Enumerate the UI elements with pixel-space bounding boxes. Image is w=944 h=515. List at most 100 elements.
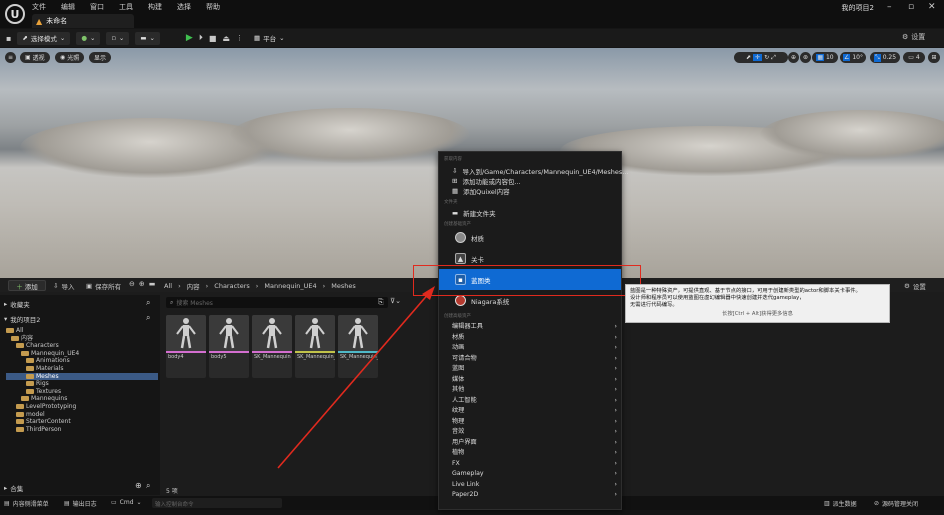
folder-tree-item[interactable]: Characters — [6, 342, 158, 350]
camera-speed-button[interactable]: ▭ 4 — [903, 52, 925, 63]
maximize-viewport-icon[interactable]: ⊞ — [928, 52, 940, 63]
submenu-item[interactable]: 动画 › — [440, 343, 622, 354]
add-quixel-menu-item[interactable]: ▦ 添加Quixel内容 — [452, 186, 510, 196]
scale-snap-button[interactable]: ⤡ 0.25 — [870, 52, 900, 63]
blueprint-button[interactable]: ▫ ⌄ — [106, 31, 130, 45]
settings-button[interactable]: ⚙ 设置 — [902, 32, 925, 42]
add-actor-button[interactable]: ● ⌄ — [76, 31, 101, 45]
cmd-button[interactable]: ▭ Cmd ⌄ — [111, 499, 142, 506]
save-all-button[interactable]: ▣ 保存所有 — [86, 281, 121, 291]
maximize-icon[interactable]: ▫ — [908, 2, 914, 12]
folder-tree-item[interactable]: Animations — [6, 357, 158, 365]
save-icon[interactable]: ▪ — [6, 34, 11, 43]
level-menu-item[interactable]: ▲ 关卡 — [455, 253, 484, 264]
unreal-logo[interactable]: U — [5, 4, 25, 24]
forward-icon[interactable]: ⊕ — [139, 280, 145, 288]
perspective-button[interactable]: ▣ 透视 — [20, 52, 50, 63]
folder-tree-item[interactable]: model — [6, 411, 158, 419]
submenu-item[interactable]: 纹理 › — [440, 406, 622, 417]
viewport-menu-button[interactable]: ≡ — [5, 52, 17, 63]
derived-data-button[interactable]: ▥ 派生数据 — [824, 499, 857, 508]
folder-tree-item[interactable]: All — [6, 327, 158, 335]
submenu-item[interactable]: 人工智能 › — [440, 396, 622, 407]
import-icon: ⇩ — [452, 167, 458, 175]
source-control-button[interactable]: ⊘ 源码管理关闭 — [874, 499, 918, 508]
back-icon[interactable]: ⊖ — [129, 280, 135, 288]
folder-tree-item[interactable]: Textures — [6, 388, 158, 396]
world-space-icon[interactable]: ⊕ — [788, 52, 799, 63]
breadcrumb-item[interactable]: All — [164, 282, 172, 290]
add-collection-icon[interactable]: ⊕ — [135, 481, 142, 490]
play-icon[interactable]: ▶ — [186, 33, 193, 43]
console-input[interactable]: 输入控制台命令 — [152, 498, 282, 508]
submenu-item[interactable]: 物理 › — [440, 417, 622, 428]
select-mode-button[interactable]: ⬈ 选择模式 ⌄ — [17, 31, 71, 45]
submenu-item[interactable]: 蓝图 › — [440, 364, 622, 375]
menu-item[interactable]: 帮助 — [206, 2, 220, 12]
grid-snap-button[interactable]: ▦ 10 — [812, 52, 838, 63]
folder-tree-item[interactable]: 内容 — [6, 335, 158, 343]
menu-item[interactable]: 构建 — [148, 2, 162, 12]
output-log-button[interactable]: ▤ 输出日志 — [64, 499, 97, 508]
submenu-item[interactable]: 其他 › — [440, 385, 622, 396]
menu-item[interactable]: 编辑 — [61, 2, 75, 12]
collections-header[interactable]: ▸ 合集 — [4, 483, 23, 493]
folder-tree-item[interactable]: LevelPrototyping — [6, 403, 158, 411]
surface-snap-icon[interactable]: ⊛ — [800, 52, 811, 63]
transform-tools[interactable]: ⬈ ✛ ↻ ⤢ — [734, 52, 788, 63]
search-icon[interactable]: ⌕ — [146, 298, 150, 308]
level-tab[interactable]: ▲ 未命名 — [32, 14, 134, 28]
submenu-item[interactable]: 编辑器工具 › — [440, 322, 622, 333]
folder-tree-item[interactable]: Materials — [6, 365, 158, 373]
folder-tree-item[interactable]: ThirdPerson — [6, 426, 158, 434]
submenu-item[interactable]: Live Link › — [440, 480, 622, 491]
step-icon[interactable]: ⏵ — [199, 33, 203, 43]
add-button[interactable]: ＋添加 — [8, 280, 46, 291]
lit-button[interactable]: ◉ 光照 — [55, 52, 85, 63]
submenu-item[interactable]: 材质 › — [440, 333, 622, 344]
import-menu-item[interactable]: ⇩ 导入到/Game/Characters/Mannequin_UE4/Meshe… — [452, 166, 629, 176]
folder-icon — [11, 335, 19, 341]
menu-item[interactable]: 工具 — [119, 2, 133, 12]
submenu-item[interactable]: 音效 › — [440, 427, 622, 438]
submenu-item[interactable]: Paper2D › — [440, 490, 622, 501]
rotation-snap-button[interactable]: ∠ 10° — [840, 52, 866, 63]
menu-item[interactable]: 文件 — [32, 2, 46, 12]
platform-button[interactable]: ▦ 平台 ⌄ — [249, 32, 290, 45]
submenu-item[interactable]: 植物 › — [440, 448, 622, 459]
stop-icon[interactable]: ■ — [209, 34, 217, 43]
new-folder-menu-item[interactable]: ▬ 新建文件夹 — [452, 208, 496, 218]
close-icon[interactable]: ✕ — [928, 2, 936, 12]
submenu-item[interactable]: 用户界面 › — [440, 438, 622, 449]
favorites-header[interactable]: ▸ 收藏夹 — [4, 299, 30, 309]
menu-item[interactable]: 选择 — [177, 2, 191, 12]
minimize-icon[interactable]: – — [887, 2, 892, 12]
search-icon[interactable]: ⌕ — [146, 481, 150, 491]
breadcrumb-item[interactable]: 内容 — [187, 281, 200, 291]
folder-tree-item[interactable]: Mannequin_UE4 — [6, 350, 158, 358]
folder-tree-item[interactable]: Rigs — [6, 380, 158, 388]
eject-icon[interactable]: ⏏ — [222, 34, 230, 43]
more-options-icon[interactable]: ⋮ — [236, 34, 243, 42]
import-button[interactable]: ⇩ 导入 — [53, 281, 74, 291]
folder-tree-item[interactable]: StarterContent — [6, 418, 158, 426]
niagara-menu-item[interactable]: Niagara系统 — [455, 295, 509, 306]
breadcrumb-item[interactable]: Characters — [214, 282, 249, 290]
content-drawer-button[interactable]: ▤ 内容侧滑菜单 — [4, 499, 49, 508]
cb-settings-button[interactable]: ⚙ 设置 — [904, 281, 926, 291]
submenu-item[interactable]: 媒体 › — [440, 375, 622, 386]
folder-tree-item[interactable]: Meshes — [6, 372, 158, 381]
add-feature-menu-item[interactable]: ⊞ 添加功能或内容包... — [452, 176, 521, 186]
show-button[interactable]: 显示 — [89, 52, 112, 63]
project-header[interactable]: ▾ 我的项目2 — [4, 314, 40, 324]
asset-tile[interactable]: body4 — [166, 315, 206, 378]
asset-tile[interactable]: body5 — [209, 315, 249, 378]
search-icon[interactable]: ⌕ — [146, 313, 150, 323]
submenu-item[interactable]: FX › — [440, 459, 622, 470]
menu-item[interactable]: 窗口 — [90, 2, 104, 12]
material-menu-item[interactable]: 材质 — [455, 232, 484, 243]
submenu-item[interactable]: Gameplay › — [440, 469, 622, 480]
folder-tree-item[interactable]: Mannequins — [6, 395, 158, 403]
cinematics-button[interactable]: ▬ ⌄ — [135, 31, 160, 45]
submenu-item[interactable]: 可请合物 › — [440, 354, 622, 365]
